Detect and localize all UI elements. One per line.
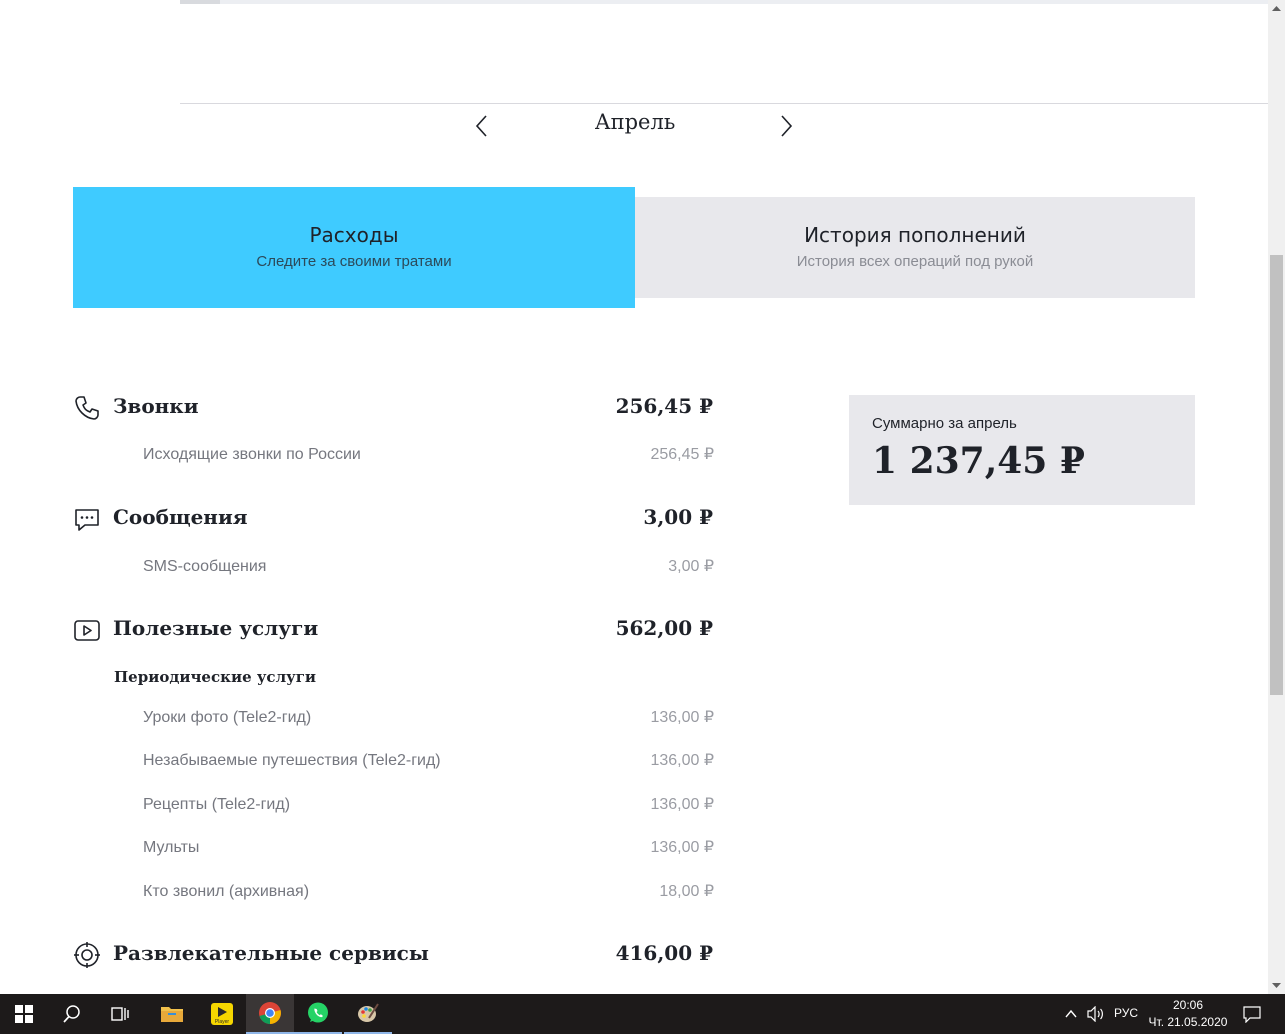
list-item: Рецепты (Tele2-гид) 136,00 ₽ <box>143 796 714 818</box>
item-label: Мульты <box>143 839 200 856</box>
category-entertainment[interactable]: Развлекательные сервисы 416,00 ₽ <box>73 940 715 970</box>
item-amount: 136,00 ₽ <box>650 839 714 856</box>
category-amount: 256,45 ₽ <box>615 394 713 418</box>
chevron-right-icon <box>781 115 793 137</box>
item-amount: 3,00 ₽ <box>668 558 714 575</box>
windows-logo-icon <box>15 1005 33 1023</box>
scroll-down-arrow-icon[interactable] <box>1268 977 1285 994</box>
task-view-button[interactable] <box>96 994 144 1034</box>
volume-icon[interactable] <box>1087 1006 1105 1022</box>
list-item: Мульты 136,00 ₽ <box>143 839 714 861</box>
search-icon <box>63 1005 80 1023</box>
taskbar-file-explorer[interactable] <box>148 994 196 1034</box>
category-messages[interactable]: Сообщения 3,00 ₽ <box>73 504 715 534</box>
item-label: Незабываемые путешествия (Tele2-гид) <box>143 752 441 769</box>
summary-total: 1 237,45 ₽ <box>872 440 1085 482</box>
category-amount: 416,00 ₽ <box>615 941 713 965</box>
task-view-icon <box>111 1007 129 1021</box>
tab-subtitle: Следите за своими тратами <box>256 253 452 270</box>
target-icon <box>74 942 100 968</box>
tab-expenses[interactable]: Расходы Следите за своими тратами <box>73 187 635 308</box>
next-month-button[interactable] <box>774 112 798 140</box>
category-amount: 3,00 ₽ <box>643 505 713 529</box>
kmplayer-icon: Player <box>211 1003 233 1025</box>
item-amount: 136,00 ₽ <box>650 709 714 726</box>
item-label: Уроки фото (Tele2-гид) <box>143 709 312 726</box>
clock-time: 20:06 <box>1172 998 1204 1012</box>
chevron-left-icon <box>475 115 487 137</box>
category-title: Развлекательные сервисы <box>113 941 429 965</box>
scrollbar-thumb[interactable] <box>1270 255 1283 695</box>
taskbar-paint[interactable] <box>344 994 392 1034</box>
taskbar-chrome[interactable] <box>246 994 294 1034</box>
item-label: Рецепты (Tele2-гид) <box>143 796 291 813</box>
list-item: Незабываемые путешествия (Tele2-гид) 136… <box>143 752 714 774</box>
start-button[interactable] <box>0 994 48 1034</box>
taskbar-whatsapp[interactable] <box>294 994 342 1034</box>
category-calls[interactable]: Звонки 256,45 ₽ <box>73 393 715 423</box>
category-useful-services[interactable]: Полезные услуги 562,00 ₽ <box>73 615 715 645</box>
list-item: Кто звонил (архивная) 18,00 ₽ <box>143 883 714 905</box>
taskbar-kmplayer[interactable]: Player <box>198 994 246 1034</box>
list-item: Уроки фото (Tele2-гид) 136,00 ₽ <box>143 709 714 731</box>
message-icon <box>75 509 99 531</box>
taskbar: Player РУС 20:06 Чт. 21.05.2020 <box>0 994 1285 1034</box>
item-label: SMS-сообщения <box>143 558 267 575</box>
list-item: SMS-сообщения 3,00 ₽ <box>143 558 714 580</box>
month-label: Апрель <box>594 110 676 134</box>
taskbar-search-button[interactable] <box>48 994 96 1034</box>
item-amount: 256,45 ₽ <box>650 446 714 463</box>
item-label: Исходящие звонки по России <box>143 446 361 463</box>
paint-icon <box>358 1003 379 1022</box>
tab-subtitle: История всех операций под рукой <box>796 253 1034 270</box>
page: Апрель Расходы Следите за своими тратами… <box>0 0 1285 994</box>
item-amount: 136,00 ₽ <box>650 752 714 769</box>
play-icon <box>74 620 100 641</box>
language-indicator[interactable]: РУС <box>1114 1006 1138 1020</box>
category-title: Сообщения <box>113 505 248 529</box>
item-amount: 18,00 ₽ <box>659 883 714 900</box>
prev-month-button[interactable] <box>470 112 494 140</box>
top-panel-edge <box>180 0 1270 4</box>
tab-topup-history[interactable]: История пополнений История всех операций… <box>635 197 1195 298</box>
divider <box>180 103 1270 104</box>
tab-title: История пополнений <box>804 223 1026 247</box>
category-amount: 562,00 ₽ <box>615 616 713 640</box>
notifications-icon[interactable] <box>1243 1005 1261 1023</box>
scroll-up-arrow-icon[interactable] <box>1268 0 1285 17</box>
taskbar-clock[interactable]: 20:06 Чт. 21.05.2020 <box>1148 997 1228 1031</box>
folder-icon <box>161 1007 183 1022</box>
phone-icon <box>75 396 99 420</box>
tab-title: Расходы <box>309 223 399 247</box>
category-title: Полезные услуги <box>113 616 319 640</box>
item-amount: 136,00 ₽ <box>650 796 714 813</box>
list-item: Исходящие звонки по России 256,45 ₽ <box>143 446 714 468</box>
vertical-scrollbar[interactable] <box>1268 0 1285 994</box>
summary-label: Суммарно за апрель <box>872 415 1017 432</box>
category-title: Звонки <box>113 394 199 418</box>
item-label: Кто звонил (архивная) <box>143 883 310 900</box>
clock-date: Чт. 21.05.2020 <box>1148 1015 1228 1029</box>
chrome-icon <box>259 1002 281 1024</box>
whatsapp-icon <box>308 1002 328 1023</box>
chevron-up-icon[interactable] <box>1064 1007 1078 1021</box>
subgroup-title: Периодические услуги <box>114 668 317 686</box>
kmplayer-label: Player <box>215 1019 230 1025</box>
summary-card: Суммарно за апрель 1 237,45 ₽ <box>849 395 1195 505</box>
